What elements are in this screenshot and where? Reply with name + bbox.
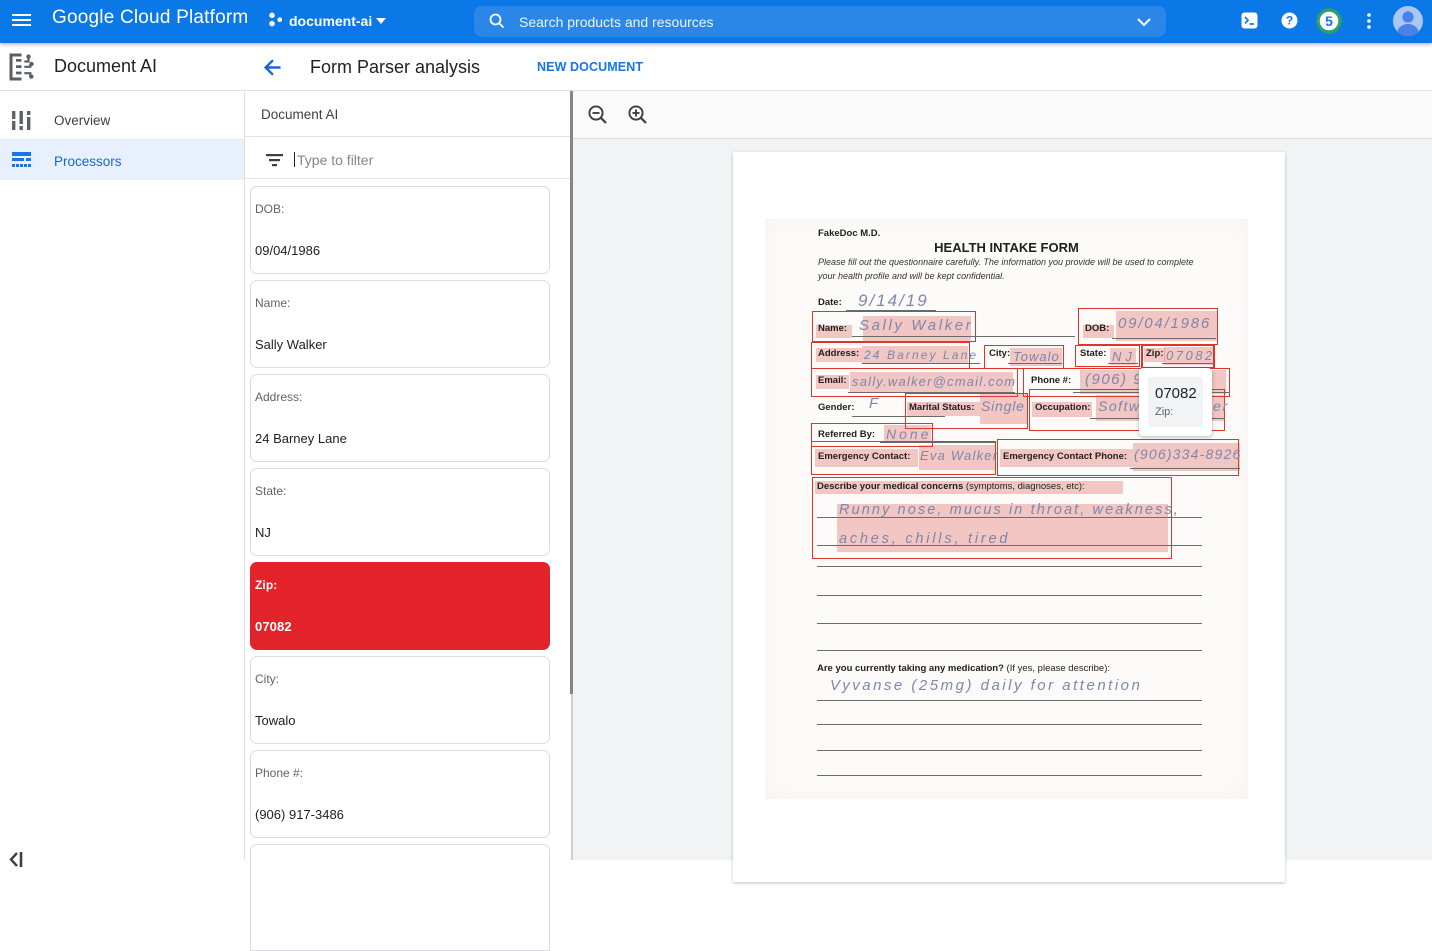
svg-text:?: ? (1286, 14, 1293, 28)
svg-text:5: 5 (1325, 13, 1333, 29)
